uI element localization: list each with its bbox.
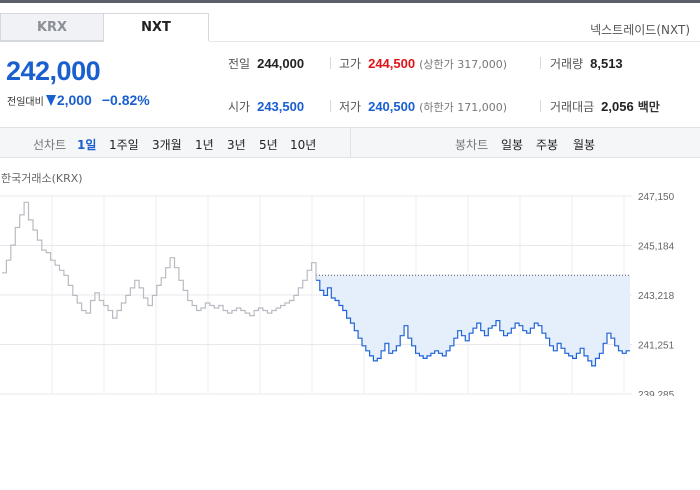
- tab-nxt[interactable]: NXT: [104, 13, 209, 41]
- period-weekly[interactable]: 주봉: [536, 136, 558, 153]
- stat-value: 244,000: [257, 56, 305, 71]
- stat-label: 시가: [228, 100, 251, 114]
- separator: [540, 100, 541, 112]
- period-3m[interactable]: 3개월: [152, 136, 182, 153]
- price-chart: 247,150 245,184 243,218 241,251 239,285: [0, 192, 675, 396]
- period-bar: 선차트 1일 1주일 3개월 1년 3년 5년 10년 봉차트 일봉 주봉 월봉: [0, 127, 700, 158]
- stat-unit: 백만: [637, 100, 660, 114]
- candle-chart-label: 봉차트: [455, 138, 489, 152]
- separator: [330, 57, 331, 69]
- market-tabs: KRX NXT: [0, 13, 209, 41]
- chart-y-ticks: 247,150 245,184 243,218 241,251 239,285: [638, 192, 675, 396]
- period-1d[interactable]: 1일: [77, 136, 96, 153]
- price-change: 전일대비 2,000 −0.82%: [7, 92, 150, 108]
- change-label: 전일대비: [7, 96, 44, 108]
- nxt-area-fill: [316, 275, 630, 366]
- top-border: [0, 0, 700, 3]
- market-label: 넥스트레이드(NXT): [590, 23, 690, 37]
- stat-value: 2,056: [601, 99, 634, 114]
- change-value: 2,000: [56, 92, 92, 108]
- period-3y[interactable]: 3년: [227, 136, 246, 153]
- tab-underline: [0, 41, 104, 42]
- period-10y[interactable]: 10년: [290, 136, 316, 153]
- stat-label: 거래대금: [550, 100, 595, 114]
- y-tick-label: 239,285: [638, 390, 675, 396]
- period-daily[interactable]: 일봉: [501, 136, 523, 153]
- change-percent: −0.82%: [101, 92, 150, 108]
- stat-value: 243,500: [257, 99, 305, 114]
- period-divider: [350, 128, 351, 158]
- stat-label: 거래량: [550, 57, 584, 71]
- stat-value: 244,500: [368, 56, 416, 71]
- stat-prev-close: 전일 244,000: [228, 55, 304, 72]
- y-tick-label: 243,218: [638, 291, 675, 302]
- stat-label: 저가: [339, 100, 362, 114]
- down-triangle-icon: [45, 94, 56, 106]
- y-tick-label: 241,251: [638, 341, 675, 352]
- stat-value: 240,500: [368, 99, 416, 114]
- series-krx-line: [2, 201, 317, 319]
- stat-high: 고가 244,500 (상한가 317,000): [339, 55, 507, 72]
- stat-low: 저가 240,500 (하한가 171,000): [339, 98, 507, 115]
- stat-trade-value: 거래대금 2,056 백만: [550, 98, 660, 115]
- tab-krx[interactable]: KRX: [0, 13, 104, 41]
- y-tick-label: 247,150: [638, 192, 675, 203]
- stat-value: 8,513: [590, 56, 623, 71]
- line-chart-label: 선차트: [33, 138, 67, 152]
- separator: [330, 100, 331, 112]
- stat-sub: (상한가 317,000): [419, 58, 508, 71]
- stat-open: 시가 243,500: [228, 98, 304, 115]
- chart-area: [316, 274, 630, 366]
- period-1y[interactable]: 1년: [195, 136, 214, 153]
- stat-sub: (하한가 171,000): [419, 101, 508, 114]
- separator: [540, 57, 541, 69]
- stat-label: 고가: [339, 57, 362, 71]
- y-tick-label: 245,184: [638, 242, 675, 253]
- period-5y[interactable]: 5년: [259, 136, 278, 153]
- period-1w[interactable]: 1주일: [109, 136, 139, 153]
- period-monthly[interactable]: 월봉: [573, 136, 595, 153]
- current-price: 242,000: [6, 56, 101, 86]
- stat-label: 전일: [228, 57, 251, 71]
- tab-divider: [209, 41, 700, 42]
- stat-volume: 거래량 8,513: [550, 55, 623, 72]
